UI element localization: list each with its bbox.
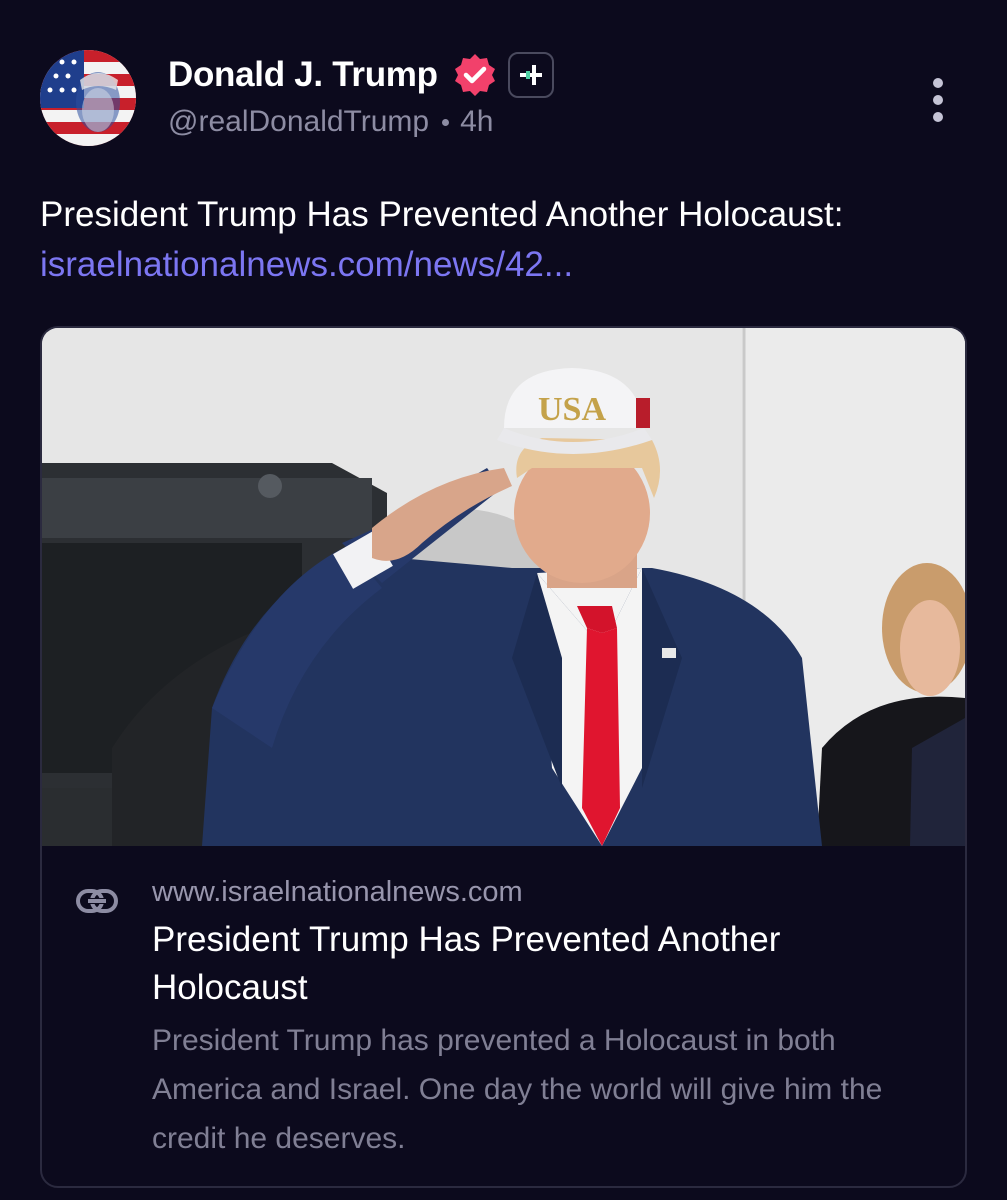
avatar[interactable] (40, 50, 136, 146)
separator-dot (442, 118, 450, 126)
post-text: President Trump Has Prevented Another Ho… (40, 190, 970, 290)
more-options-button[interactable] (924, 78, 952, 122)
link-preview-title[interactable]: President Trump Has Prevented Another Ho… (152, 916, 932, 1012)
post-body-text: President Trump Has Prevented Another Ho… (40, 195, 844, 234)
plus-badge-icon (507, 52, 554, 98)
cap-text: USA (538, 391, 606, 428)
link-preview-body: www.israelnationalnews.com President Tru… (42, 846, 965, 1186)
more-dot-icon (933, 112, 943, 122)
author-handle[interactable]: @realDonaldTrump (168, 105, 429, 139)
link-icon (76, 889, 118, 913)
post-timestamp[interactable]: 4h (460, 105, 493, 139)
link-preview-description: President Trump has prevented a Holocaus… (152, 1024, 883, 1155)
more-dot-icon (933, 95, 943, 105)
link-preview-image[interactable]: USA (42, 328, 965, 846)
verified-badge-icon (454, 54, 495, 96)
author-display-name[interactable]: Donald J. Trump (168, 55, 438, 95)
link-preview-card[interactable]: USA www.israelnationalnews.com President… (40, 326, 967, 1188)
author-meta: @realDonaldTrump 4h (168, 105, 493, 139)
post: Donald J. Trump @realDonaldTrump 4h Pres… (0, 0, 1007, 1200)
author-name-row: Donald J. Trump (168, 52, 554, 98)
more-dot-icon (933, 78, 943, 88)
link-preview-domain: www.israelnationalnews.com (152, 876, 523, 908)
post-link[interactable]: israelnationalnews.com/news/42... (40, 245, 573, 284)
